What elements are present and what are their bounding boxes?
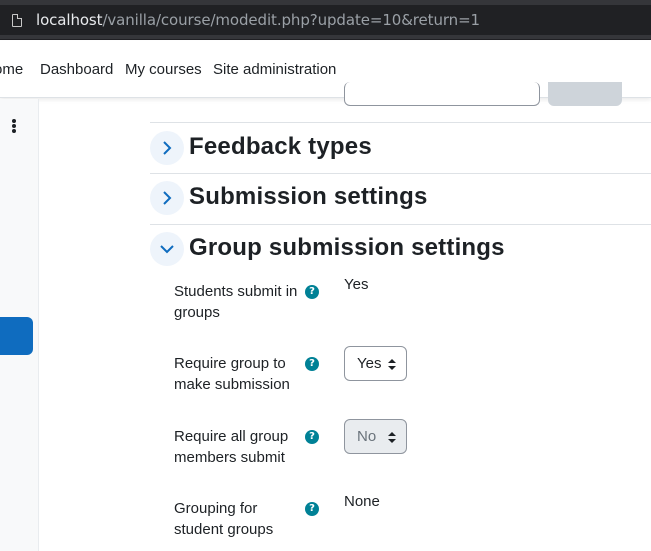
- address-bar[interactable]: localhost/vanilla/course/modedit.php?upd…: [0, 5, 651, 35]
- require-group-to-make-submission-label: Require group to make submission: [174, 353, 290, 395]
- help-icon[interactable]: ?: [305, 285, 319, 299]
- require-group-submission-select[interactable]: Yes: [344, 346, 407, 381]
- help-icon[interactable]: ?: [305, 502, 319, 516]
- nav-my-courses[interactable]: My courses: [125, 61, 202, 78]
- label-line: Students submit in: [174, 283, 298, 300]
- section-title[interactable]: Group submission settings: [189, 234, 505, 262]
- page-info-icon[interactable]: [12, 14, 22, 27]
- section-submission-settings[interactable]: Submission settings: [150, 181, 651, 217]
- help-icon[interactable]: ?: [305, 430, 319, 444]
- label-line: Require all group: [174, 428, 289, 445]
- grouping-value: None: [344, 493, 380, 510]
- label-line: make submission: [174, 376, 290, 393]
- grouping-for-student-groups-label: Grouping for student groups: [174, 498, 273, 540]
- section-group-submission-settings[interactable]: Group submission settings: [150, 232, 651, 268]
- url-host: localhost: [36, 11, 103, 29]
- label-line: Grouping for: [174, 500, 258, 517]
- help-icon[interactable]: ?: [305, 357, 319, 371]
- require-all-group-members-submit-label: Require all group members submit: [174, 426, 288, 468]
- label-line: student groups: [174, 521, 274, 538]
- label-line: groups: [174, 304, 220, 321]
- url-path: /vanilla/course/modedit.php?update=10&re…: [102, 11, 480, 29]
- divider: [150, 224, 651, 225]
- chevron-right-icon[interactable]: [150, 181, 184, 215]
- select-arrows-icon: [388, 359, 396, 370]
- more-options-icon[interactable]: [12, 119, 16, 133]
- students-submit-in-groups-value: Yes: [344, 276, 369, 293]
- nav-home[interactable]: ome: [0, 61, 23, 78]
- url-text[interactable]: localhost/vanilla/course/modedit.php?upd…: [36, 11, 480, 29]
- section-feedback-types[interactable]: Feedback types: [150, 131, 651, 167]
- partial-button[interactable]: [548, 82, 622, 106]
- partial-input-field[interactable]: [344, 82, 540, 106]
- divider: [150, 173, 651, 174]
- nav-dashboard[interactable]: Dashboard: [40, 61, 113, 78]
- nav-site-administration[interactable]: Site administration: [213, 61, 336, 78]
- chevron-right-icon[interactable]: [150, 131, 184, 165]
- chevron-down-icon[interactable]: [150, 232, 184, 266]
- selected-value: Yes: [357, 355, 382, 372]
- label-line: Require group to: [174, 355, 286, 372]
- divider: [150, 122, 651, 123]
- browser-toolbar: localhost/vanilla/course/modedit.php?upd…: [0, 0, 651, 40]
- course-index-drawer: [0, 99, 39, 551]
- select-arrows-icon: [388, 432, 396, 443]
- students-submit-in-groups-label: Students submit in groups: [174, 281, 297, 323]
- selected-value: No: [357, 428, 377, 445]
- section-title[interactable]: Feedback types: [189, 133, 372, 161]
- require-all-members-submit-select[interactable]: No: [344, 419, 407, 454]
- drawer-active-item[interactable]: [0, 317, 33, 355]
- section-title[interactable]: Submission settings: [189, 183, 428, 211]
- label-line: members submit: [174, 449, 285, 466]
